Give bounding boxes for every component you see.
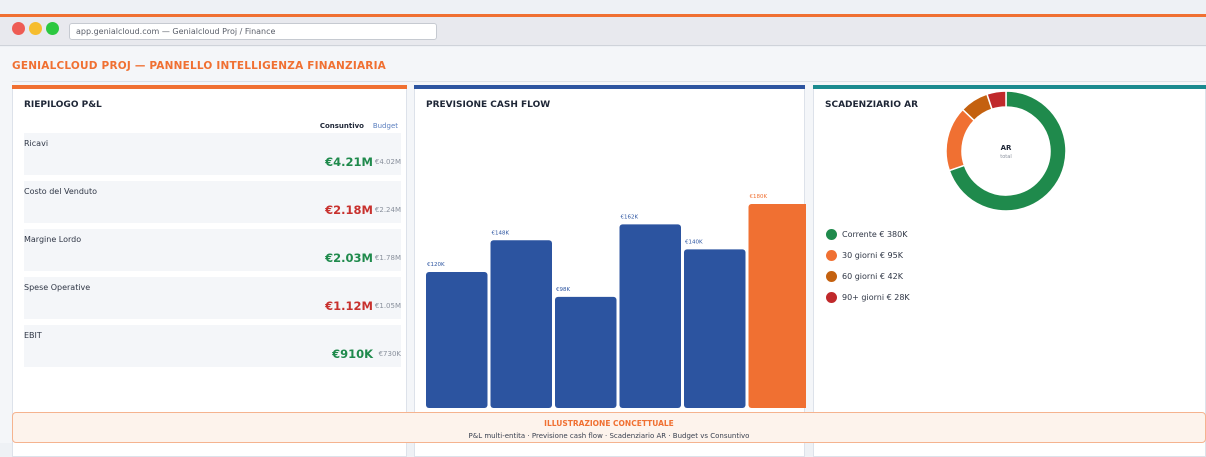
pl-row-actual: €2.03M bbox=[325, 251, 373, 265]
pl-row: Costo del Venduto €2.18M €2.24M bbox=[24, 181, 401, 223]
pl-row-budget: €730K bbox=[378, 350, 401, 358]
pl-row-budget: €2.24M bbox=[374, 206, 401, 214]
pl-row-actual: €4.21M bbox=[325, 155, 373, 169]
cashflow-bar-label: €120K bbox=[427, 262, 445, 268]
legend-swatch bbox=[826, 271, 837, 282]
pl-row-label: Spese Operative bbox=[24, 283, 91, 292]
cashflow-card-title: PREVISIONE CASH FLOW bbox=[426, 100, 551, 110]
pl-row-label: EBIT bbox=[24, 331, 42, 340]
card-accent-bar bbox=[12, 85, 407, 89]
cashflow-bar-label: €162K bbox=[621, 214, 639, 220]
col-header-budget: Budget bbox=[372, 122, 398, 130]
col-header-actual: Consuntivo bbox=[319, 122, 364, 130]
ar-donut-chart: AR total bbox=[945, 90, 1067, 212]
legend-label: 30 giorni € 95K bbox=[842, 251, 903, 260]
cashflow-bar bbox=[555, 296, 617, 408]
ar-aging-card: SCADENZIARIO AR AR total Corrente € 380K 3… bbox=[813, 85, 1206, 457]
pl-row-budget: €1.05M bbox=[374, 302, 401, 310]
pl-card-title: RIEPILOGO P&L bbox=[24, 100, 102, 110]
legend-label: Corrente € 380K bbox=[842, 230, 908, 239]
maximize-window-button[interactable] bbox=[46, 22, 59, 35]
card-accent-bar bbox=[414, 85, 805, 89]
page-title: GENIALCLOUD PROJ — PANNELLO INTELLIGENZA… bbox=[12, 60, 387, 72]
close-window-button[interactable] bbox=[12, 22, 25, 35]
pl-summary-card: RIEPILOGO P&L Consuntivo Budget Ricavi €4… bbox=[12, 85, 407, 457]
ar-donut-slice bbox=[945, 108, 976, 172]
ar-legend-item: Corrente € 380K bbox=[826, 229, 907, 240]
cashflow-bar-label: €180K bbox=[750, 194, 768, 200]
browser-chrome: app.genialcloud.com — Genialcloud Proj /… bbox=[0, 17, 1206, 46]
minimize-window-button[interactable] bbox=[29, 22, 42, 35]
pl-row-label: Margine Lordo bbox=[24, 235, 82, 244]
pl-row-budget: €4.02M bbox=[374, 158, 401, 166]
pl-row: EBIT €910K €730K bbox=[24, 325, 401, 367]
legend-swatch bbox=[826, 250, 837, 261]
concept-footer: ILLUSTRAZIONE CONCETTUALE P&L multi-enti… bbox=[12, 412, 1206, 443]
pl-row: Margine Lordo €2.03M €1.78M bbox=[24, 229, 401, 271]
cashflow-bar-label: €98K bbox=[556, 287, 570, 293]
ar-legend-item: 60 giorni € 42K bbox=[826, 271, 903, 282]
pl-row-actual: €1.12M bbox=[325, 299, 373, 313]
legend-label: 90+ giorni € 28K bbox=[842, 293, 910, 302]
pl-row-actual: €2.18M bbox=[325, 203, 373, 217]
ar-center-label: AR bbox=[1001, 144, 1012, 152]
cashflow-bar bbox=[490, 240, 552, 408]
legend-swatch bbox=[826, 229, 837, 240]
cashflow-bar bbox=[684, 249, 746, 408]
legend-label: 60 giorni € 42K bbox=[842, 272, 903, 281]
cashflow-bar bbox=[619, 224, 681, 408]
ar-legend-item: 30 giorni € 95K bbox=[826, 250, 903, 261]
cashflow-card: PREVISIONE CASH FLOW €120KJan€148KFeb€98… bbox=[414, 85, 806, 457]
footer-subtitle: P&L multi-entita · Previsione cash flow … bbox=[468, 432, 750, 440]
pl-row-actual: €910K bbox=[332, 347, 373, 361]
pl-row-budget: €1.78M bbox=[374, 254, 401, 262]
pl-row: Spese Operative €1.12M €1.05M bbox=[24, 277, 401, 319]
pl-row-label: Ricavi bbox=[24, 139, 49, 148]
ar-legend-item: 90+ giorni € 28K bbox=[826, 292, 910, 303]
divider bbox=[12, 81, 1206, 82]
footer-title: ILLUSTRAZIONE CONCETTUALE bbox=[544, 419, 674, 428]
dashboard-page: GENIALCLOUD PROJ — PANNELLO INTELLIGENZA… bbox=[0, 47, 1206, 457]
cashflow-bar bbox=[426, 272, 488, 408]
pl-row-label: Costo del Venduto bbox=[24, 187, 98, 196]
ar-center-sublabel: total bbox=[1000, 154, 1011, 160]
pl-row: Ricavi €4.21M €4.02M bbox=[24, 133, 401, 175]
cashflow-bar-label: €140K bbox=[685, 239, 703, 245]
cashflow-bar-label: €148K bbox=[492, 230, 510, 236]
address-bar[interactable]: app.genialcloud.com — Genialcloud Proj /… bbox=[69, 23, 437, 40]
cashflow-bar bbox=[748, 204, 806, 408]
legend-swatch bbox=[826, 292, 837, 303]
cashflow-bar-chart: €120KJan€148KFeb€98KMar€162KApr€140KMay€… bbox=[426, 194, 806, 420]
